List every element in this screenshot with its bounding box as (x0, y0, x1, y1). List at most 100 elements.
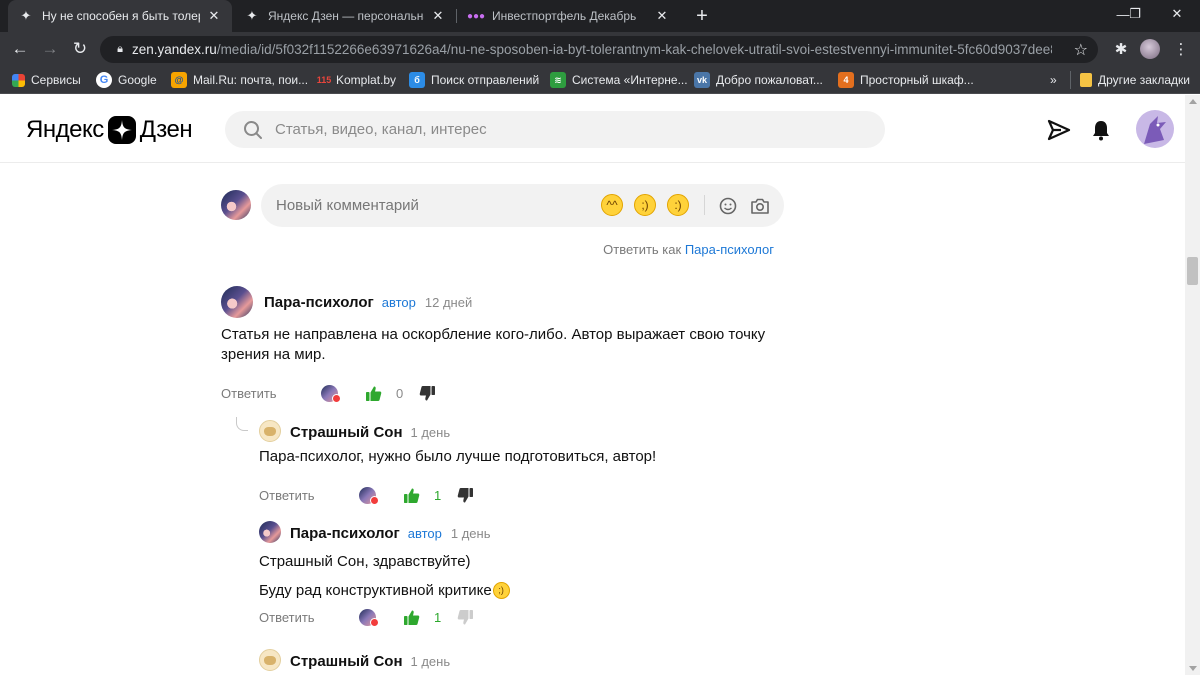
tab-2[interactable]: ✦ Яндекс Дзен — персональная л ✕ (234, 0, 456, 32)
thumbs-up-icon[interactable] (365, 384, 383, 402)
restore-icon[interactable]: ❐ (1112, 0, 1158, 28)
notifications-bell-icon[interactable] (1088, 117, 1114, 143)
menu-icon[interactable]: ⋮ (1170, 38, 1192, 60)
address-bar[interactable]: 🔒︎ zen.yandex.ru/media/id/5f032f1152266e… (100, 36, 1098, 63)
emoji-smile-icon[interactable]: :) (667, 194, 689, 216)
reply-as-label: Ответить как Пара-психолог (520, 242, 774, 257)
thumbs-up-icon[interactable] (403, 486, 421, 504)
emoji-wink-icon: ;) (492, 582, 510, 599)
scroll-thumb[interactable] (1187, 257, 1198, 285)
like-count: 0 (395, 385, 404, 401)
overflow-chevron-icon: » (1050, 73, 1057, 87)
send-icon[interactable] (1046, 117, 1072, 143)
zen-logo[interactable]: Яндекс Дзен (26, 115, 193, 145)
bookmark-mailru[interactable]: @ Mail.Ru: почта, пои... (171, 71, 308, 89)
tab-strip: ✦ Ну не способен я быть толеран ✕ ✦ Янде… (0, 0, 1200, 32)
url-text[interactable]: zen.yandex.ru/media/id/5f032f1152266e639… (132, 42, 1052, 57)
reply-button[interactable]: Ответить (259, 488, 315, 503)
url-path: /media/id/5f032f1152266e63971626a4/nu-ne… (216, 42, 1052, 57)
comment-text: Страшный Сон, здравствуйте) Буду рад кон… (259, 547, 799, 605)
user-avatar[interactable] (1136, 110, 1174, 148)
new-comment-input[interactable] (276, 197, 596, 214)
google-icon: G (96, 72, 112, 88)
thumbs-up-icon[interactable] (403, 608, 421, 626)
thread-connector (236, 417, 248, 431)
comment-author-name[interactable]: Пара-психолог (290, 525, 400, 542)
bookmark-label: Поиск отправлений (431, 73, 540, 87)
bookmark-label: Другие закладки (1098, 73, 1190, 87)
comment-author-name[interactable]: Страшный Сон (290, 653, 403, 670)
comment-author-avatar[interactable] (259, 649, 281, 671)
folder-icon (1080, 73, 1092, 87)
bookmark-services[interactable]: Сервисы (12, 71, 81, 89)
comment-author-name[interactable]: Страшный Сон (290, 424, 403, 441)
bookmark-separator (1070, 71, 1071, 89)
zen-favicon-icon: ✦ (20, 8, 32, 23)
tab-title: Яндекс Дзен — персональная л (268, 9, 424, 23)
comment-time: 1 день (450, 525, 491, 541)
comment-item: Страшный Сон 1 день (259, 646, 799, 675)
tab-3[interactable]: ●●● Инвестпортфель Декабрь ✕ (458, 0, 680, 32)
sticker-picker-icon[interactable] (717, 195, 739, 217)
bookmarks-overflow-button[interactable]: » (1050, 71, 1057, 89)
thumbs-down-icon[interactable] (419, 384, 437, 402)
page-scrollbar[interactable] (1185, 95, 1200, 675)
comment-header: Страшный Сон 1 день (290, 417, 450, 447)
comment-header: Пара-психолог автор 1 день (290, 518, 490, 548)
reply-button[interactable]: Ответить (259, 610, 315, 625)
tab-1[interactable]: ✦ Ну не способен я быть толеран ✕ (8, 0, 232, 32)
comment-time: 1 день (410, 424, 451, 440)
bookmark-vk[interactable]: vk Добро пожаловат... (694, 71, 823, 89)
page-content: Яндекс Дзен ^^ ;) :) (0, 95, 1185, 675)
forward-icon[interactable]: → (38, 37, 62, 61)
extensions-icon[interactable]: ✱ (1110, 38, 1132, 60)
close-tab-icon[interactable]: ✕ (206, 8, 222, 24)
reload-icon[interactable]: ↻ (68, 37, 92, 61)
comment-time: 1 день (410, 653, 451, 669)
search-input[interactable] (275, 121, 835, 138)
emoji-sweat-smile-icon[interactable]: ^^ (601, 194, 623, 216)
thumbs-down-icon[interactable] (457, 608, 475, 626)
comment-item: Страшный Сон 1 день Пара-психолог, нужно… (259, 417, 799, 507)
comment-author-avatar[interactable] (259, 420, 281, 442)
close-tab-icon[interactable]: ✕ (430, 8, 446, 24)
liked-by-author-icon (320, 384, 341, 403)
bookmark-komplat[interactable]: 115 Komplat.by (314, 71, 396, 89)
close-tab-icon[interactable]: ✕ (654, 8, 670, 24)
comment-actions: Ответить 1 (259, 484, 475, 506)
scroll-down-arrow-icon[interactable] (1189, 666, 1197, 671)
author-badge: автор (381, 294, 416, 310)
back-icon[interactable]: ← (8, 37, 32, 61)
comment-author-name[interactable]: Пара-психолог (264, 294, 374, 311)
new-tab-button[interactable]: + (690, 4, 714, 28)
new-comment-box[interactable]: ^^ ;) :) (261, 184, 784, 227)
camera-icon[interactable] (749, 195, 771, 217)
bookmark-other[interactable]: Другие закладки (1080, 71, 1190, 89)
reply-button[interactable]: Ответить (221, 386, 277, 401)
comment-text: Пара-психолог, нужно было лучше подготов… (259, 447, 799, 467)
author-badge: автор (407, 525, 442, 541)
bookmark-wardrobe[interactable]: 4 Просторный шкаф... (838, 71, 974, 89)
thumbs-down-icon[interactable] (457, 486, 475, 504)
profile-avatar[interactable] (1140, 39, 1160, 59)
comment-author-avatar[interactable] (221, 286, 253, 318)
comment-actions: Ответить 1 (259, 606, 475, 628)
reply-as-account-link[interactable]: Пара-психолог (685, 242, 774, 257)
bookmark-star-icon[interactable]: ☆ (1074, 40, 1088, 60)
comment-header: Пара-психолог автор 12 дней (264, 287, 472, 317)
bookmark-google[interactable]: G Google (96, 71, 157, 89)
comment-author-avatar[interactable] (259, 521, 281, 543)
scroll-up-arrow-icon[interactable] (1189, 99, 1197, 104)
comment-line: зрения на мир. (221, 346, 326, 363)
logo-zen-text: Дзен (139, 116, 193, 143)
bookmark-label: Добро пожаловат... (716, 73, 823, 87)
bookmark-parcel[interactable]: б Поиск отправлений (409, 71, 539, 89)
close-window-icon[interactable]: ✕ (1154, 0, 1200, 28)
bookmark-system[interactable]: ≋ Система «Интерне... (550, 71, 688, 89)
comment-line: Статья не направлена на оскорбление кого… (221, 326, 766, 343)
vk-icon: vk (694, 72, 710, 88)
emoji-wink-icon[interactable]: ;) (634, 194, 656, 216)
search-bar[interactable] (225, 111, 885, 148)
search-icon (244, 120, 262, 139)
liked-by-author-icon (358, 486, 379, 505)
